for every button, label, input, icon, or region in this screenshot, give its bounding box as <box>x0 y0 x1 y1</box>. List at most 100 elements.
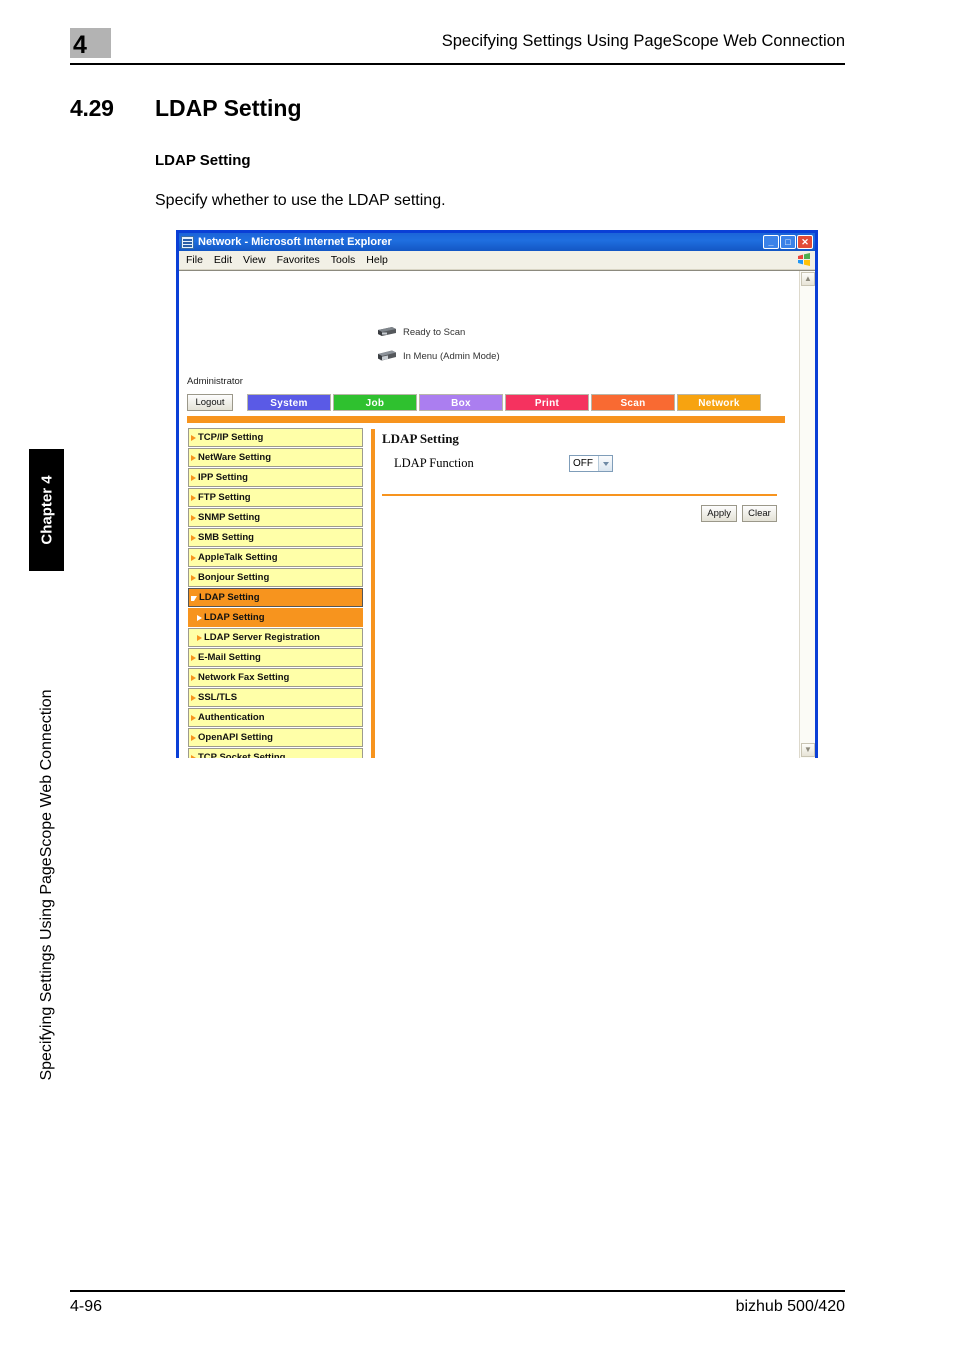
sidebar-item-label: NetWare Setting <box>198 452 272 463</box>
minimize-button[interactable]: _ <box>763 235 779 249</box>
sidebar-item-label: AppleTalk Setting <box>198 552 278 563</box>
sidebar-item-e-mail-setting[interactable]: E-Mail Setting <box>188 648 363 667</box>
scroll-up-icon[interactable]: ▲ <box>801 272 815 286</box>
sidebar-item-ftp-setting[interactable]: FTP Setting <box>188 488 363 507</box>
page-number: 4-96 <box>70 1298 103 1315</box>
menu-item-edit[interactable]: Edit <box>214 254 232 266</box>
sidebar-item-label: FTP Setting <box>198 492 251 503</box>
maximize-button[interactable]: □ <box>780 235 796 249</box>
sidebar-item-netware-setting[interactable]: NetWare Setting <box>188 448 363 467</box>
browser-viewport: Ready to Scan In Menu (Admin Mode) Admin… <box>179 270 815 758</box>
ldap-function-value: OFF <box>573 457 593 469</box>
ldap-function-label: LDAP Function <box>394 455 474 470</box>
sidebar-item-label: SMB Setting <box>198 532 254 543</box>
side-running-title-label: Specifying Settings Using PageScope Web … <box>38 689 55 1081</box>
maximize-icon: □ <box>785 237 791 247</box>
web-sidebar: TCP/IP Setting NetWare Setting IPP Setting… <box>188 428 363 758</box>
internet-explorer-icon <box>181 235 194 249</box>
product-name: bizhub 500/420 <box>735 1298 845 1315</box>
menu-item-help[interactable]: Help <box>366 254 388 266</box>
sidebar-item-ssl-tls[interactable]: SSL/TLS <box>188 688 363 707</box>
chapter-number: 4 <box>73 31 87 59</box>
sidebar-item-label: Network Fax Setting <box>198 672 290 683</box>
sidebar-item-tcp-socket-setting[interactable]: TCP Socket Setting <box>188 748 363 758</box>
menu-item-file[interactable]: File <box>186 254 203 266</box>
chevron-right-icon <box>191 714 196 721</box>
sidebar-item-label: SNMP Setting <box>198 512 261 523</box>
sidebar-item-label: IPP Setting <box>198 472 248 483</box>
tab-print[interactable]: Print <box>505 394 589 411</box>
sidebar-item-label: LDAP Server Registration <box>204 632 320 643</box>
web-page-content: Ready to Scan In Menu (Admin Mode) Admin… <box>179 271 799 758</box>
user-role-label: Administrator <box>187 376 243 387</box>
subsection-heading: LDAP Setting <box>155 152 251 169</box>
ldap-function-select[interactable]: OFF <box>569 454 613 472</box>
page-header: 4 Specifying Settings Using PageScope We… <box>70 28 845 68</box>
panel-divider <box>382 494 777 496</box>
menu-item-favorites[interactable]: Favorites <box>277 254 320 266</box>
sidebar-item-label: OpenAPI Setting <box>198 732 273 743</box>
sidebar-item-smb-setting[interactable]: SMB Setting <box>188 528 363 547</box>
sidebar-item-openapi-setting[interactable]: OpenAPI Setting <box>188 728 363 747</box>
sidebar-item-appletalk-setting[interactable]: AppleTalk Setting <box>188 548 363 567</box>
windows-flag-icon <box>797 253 811 266</box>
close-icon: ✕ <box>801 237 809 247</box>
panel-title: LDAP Setting <box>382 431 459 446</box>
chapter-side-tab-label: Chapter 4 <box>38 475 55 545</box>
chevron-right-icon <box>191 754 196 758</box>
sidebar-item-ldap-setting[interactable]: LDAP Setting <box>188 608 363 627</box>
sidebar-vertical-divider <box>371 429 375 758</box>
vertical-scrollbar[interactable]: ▲ ▼ <box>799 271 815 758</box>
scroll-down-icon[interactable]: ▼ <box>801 743 815 757</box>
section-heading: 4.29 LDAP Setting <box>70 95 850 129</box>
sidebar-item-ldap-server-registration[interactable]: LDAP Server Registration <box>188 628 363 647</box>
status-label: Ready to Scan <box>403 326 466 338</box>
section-title: LDAP Setting <box>155 95 302 121</box>
sidebar-item-tcp-ip-setting[interactable]: TCP/IP Setting <box>188 428 363 447</box>
chevron-right-icon <box>191 534 196 541</box>
sidebar-item-label: E-Mail Setting <box>198 652 261 663</box>
sidebar-item-label: TCP/IP Setting <box>198 432 264 443</box>
footer-divider <box>70 1290 845 1292</box>
browser-menubar: File Edit View Favorites Tools Help <box>179 251 815 270</box>
side-running-title: Specifying Settings Using PageScope Web … <box>33 590 61 1180</box>
sidebar-item-ipp-setting[interactable]: IPP Setting <box>188 468 363 487</box>
browser-titlebar: Network - Microsoft Internet Explorer _ … <box>179 233 815 251</box>
printer-icon <box>375 348 397 364</box>
body-paragraph: Specify whether to use the LDAP setting. <box>155 192 446 209</box>
tab-box[interactable]: Box <box>419 394 503 411</box>
sidebar-item-label: TCP Socket Setting <box>198 752 286 758</box>
sidebar-item-ldap-setting[interactable]: LDAP Setting <box>188 588 363 607</box>
chevron-right-icon <box>191 474 196 481</box>
menu-item-tools[interactable]: Tools <box>331 254 356 266</box>
chevron-right-icon <box>191 494 196 501</box>
ldap-function-row: LDAP Function OFF <box>394 453 777 473</box>
sidebar-item-label: SSL/TLS <box>198 692 238 703</box>
sidebar-item-label: LDAP Setting <box>199 592 260 603</box>
tab-scan[interactable]: Scan <box>591 394 675 411</box>
sidebar-item-snmp-setting[interactable]: SNMP Setting <box>188 508 363 527</box>
chevron-right-icon <box>191 654 196 661</box>
tab-system[interactable]: System <box>247 394 331 411</box>
chevron-right-icon <box>191 574 196 581</box>
menu-item-view[interactable]: View <box>243 254 266 266</box>
chevron-right-icon <box>197 634 202 641</box>
sidebar-item-bonjour-setting[interactable]: Bonjour Setting <box>188 568 363 587</box>
tab-job[interactable]: Job <box>333 394 417 411</box>
clear-button[interactable]: Clear <box>742 505 777 522</box>
chevron-right-icon <box>191 554 196 561</box>
sidebar-item-label: LDAP Setting <box>204 612 265 623</box>
sidebar-item-network-fax-setting[interactable]: Network Fax Setting <box>188 668 363 687</box>
close-button[interactable]: ✕ <box>797 235 813 249</box>
logout-button[interactable]: Logout <box>187 394 233 411</box>
browser-title: Network - Microsoft Internet Explorer <box>198 236 392 248</box>
apply-button[interactable]: Apply <box>701 505 737 522</box>
status-row: Ready to Scan <box>375 322 500 342</box>
tab-network[interactable]: Network <box>677 394 761 411</box>
chevron-right-icon <box>191 694 196 701</box>
sidebar-item-authentication[interactable]: Authentication <box>188 708 363 727</box>
minimize-icon: _ <box>768 237 774 247</box>
status-row: In Menu (Admin Mode) <box>375 346 500 366</box>
status-label: In Menu (Admin Mode) <box>403 350 500 362</box>
chevron-down-icon <box>191 595 197 601</box>
